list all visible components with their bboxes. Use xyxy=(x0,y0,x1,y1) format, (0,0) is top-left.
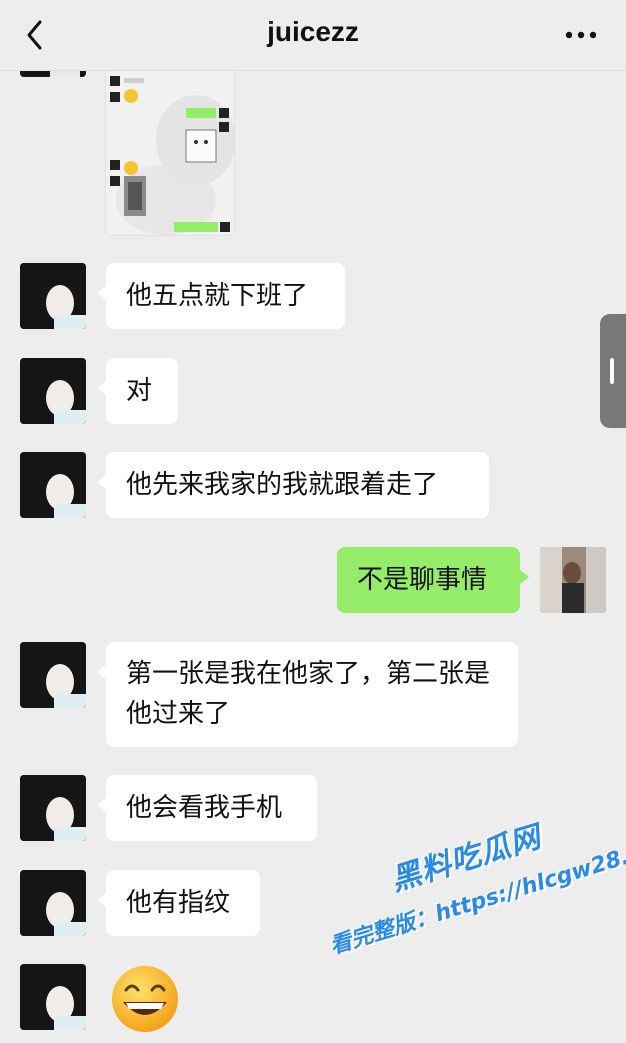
side-handle[interactable] xyxy=(600,314,626,428)
message-bubble[interactable]: 他先来我家的我就跟着走了 xyxy=(97,452,489,518)
message-bubble[interactable]: 第一张是我在他家了，第二张是他过来了 xyxy=(97,642,518,747)
contact-avatar[interactable] xyxy=(20,870,86,936)
self-avatar[interactable] xyxy=(540,547,606,613)
message-bubble[interactable]: 他五点就下班了 xyxy=(97,263,345,329)
chat-header: juicezz xyxy=(0,0,626,71)
contact-avatar[interactable] xyxy=(20,775,86,841)
message-bubble-self[interactable]: 不是聊事情 xyxy=(337,547,529,613)
message-bubble[interactable]: 他会看我手机 xyxy=(97,775,317,841)
more-dots-icon xyxy=(565,31,597,39)
contact-avatar[interactable] xyxy=(20,964,86,1030)
more-button[interactable] xyxy=(564,24,598,46)
watermark: 黑料吃瓜网 看完整版：https://hlcgw28.com xyxy=(310,789,626,1023)
contact-avatar[interactable] xyxy=(20,452,86,518)
chat-title: juicezz xyxy=(267,16,359,47)
message-bubble[interactable]: 对 xyxy=(97,358,178,424)
contact-avatar[interactable] xyxy=(20,642,86,708)
contact-avatar[interactable] xyxy=(20,358,86,424)
message-bubble[interactable]: 他有指纹 xyxy=(97,870,260,936)
contact-avatar[interactable] xyxy=(20,263,86,329)
image-message[interactable] xyxy=(106,70,234,235)
grinning-face-icon xyxy=(112,966,178,1032)
emoji-message[interactable] xyxy=(106,962,184,1034)
